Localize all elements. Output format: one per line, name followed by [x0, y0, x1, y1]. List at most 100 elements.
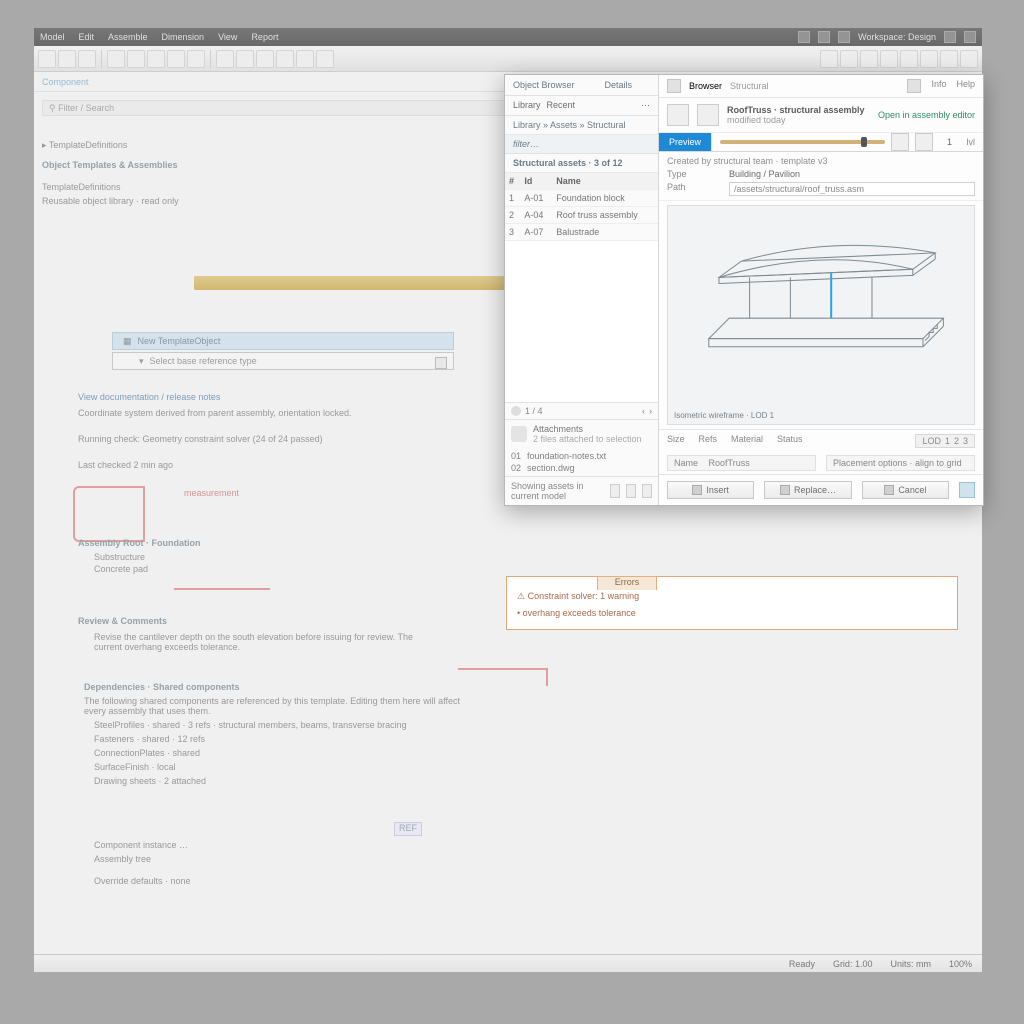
right-info-link[interactable]: Info — [931, 79, 946, 93]
dep-4[interactable]: SurfaceFinish · local — [94, 762, 176, 772]
highlight-wire — [174, 580, 270, 590]
selected-template-row[interactable]: ▦ New TemplateObject — [112, 332, 454, 350]
ribbon-component[interactable]: Component — [42, 77, 89, 87]
cancel-button[interactable]: Cancel — [862, 481, 949, 499]
tool-paste-icon[interactable] — [187, 50, 205, 68]
attach-id: 02 — [511, 463, 521, 473]
dialog-tab-details[interactable]: Details — [605, 80, 633, 90]
seg-2[interactable]: 2 — [954, 436, 959, 446]
left-pager: 1 / 4 ‹ › — [505, 402, 658, 419]
cell-v: Placement options · align to grid — [833, 458, 962, 468]
menu-edit[interactable]: Edit — [79, 32, 95, 42]
tool-open-icon[interactable] — [58, 50, 76, 68]
table-row[interactable]: 1 A-01 Foundation block — [505, 190, 658, 207]
left-tab-library[interactable]: Library — [513, 100, 541, 111]
left-tab-recent[interactable]: Recent — [547, 100, 576, 111]
settings-icon[interactable] — [818, 31, 830, 43]
dep-5[interactable]: Drawing sheets · 2 attached — [94, 776, 206, 786]
attachment-row[interactable]: 01 foundation-notes.txt — [511, 450, 652, 462]
filter-placeholder: Filter / Search — [58, 103, 114, 113]
tool-new-icon[interactable] — [38, 50, 56, 68]
maximize-icon[interactable] — [964, 31, 976, 43]
dep-2[interactable]: Fasteners · shared · 12 refs — [94, 734, 205, 744]
menu-dimension[interactable]: Dimension — [162, 32, 205, 42]
tool-layers-icon[interactable] — [860, 50, 878, 68]
template-type-input[interactable]: ▾ Select base reference type — [112, 352, 454, 370]
tool-render-icon[interactable] — [900, 50, 918, 68]
seg-3[interactable]: 3 — [963, 436, 968, 446]
meta-path-input[interactable] — [729, 182, 975, 196]
tool-undo-icon[interactable] — [107, 50, 125, 68]
dep-1[interactable]: SteelProfiles · shared · 3 refs · struct… — [94, 720, 407, 730]
tool-grid-icon[interactable] — [820, 50, 838, 68]
lod-slider[interactable] — [720, 140, 884, 144]
highlight-arrow — [458, 668, 548, 686]
menu-assemble[interactable]: Assemble — [108, 32, 148, 42]
menu-report[interactable]: Report — [251, 32, 278, 42]
attachment-row[interactable]: 02 section.dwg — [511, 462, 652, 474]
tool-cut-icon[interactable] — [147, 50, 165, 68]
tool-redo-icon[interactable] — [127, 50, 145, 68]
tool-copy-icon[interactable] — [167, 50, 185, 68]
help-icon[interactable] — [838, 31, 850, 43]
lod-segment[interactable]: LOD 1 2 3 — [915, 434, 975, 448]
tool-select-icon[interactable] — [216, 50, 234, 68]
menu-model[interactable]: Model — [40, 32, 65, 42]
tool-measure-icon[interactable] — [296, 50, 314, 68]
tool-scale-icon[interactable] — [276, 50, 294, 68]
tool-save-icon[interactable] — [78, 50, 96, 68]
tool-view3d-icon[interactable] — [880, 50, 898, 68]
placement-options[interactable]: Placement options · align to grid — [826, 455, 975, 471]
preview-3d[interactable]: Isometric wireframe · LOD 1 — [667, 205, 975, 425]
bot-3[interactable]: Override defaults · none — [94, 876, 191, 886]
col-id[interactable]: Id — [520, 173, 552, 190]
status-zoom[interactable]: 100% — [949, 959, 972, 969]
dep-3[interactable]: ConnectionPlates · shared — [94, 748, 200, 758]
table-row[interactable]: 3 A-07 Balustrade — [505, 224, 658, 241]
pager-next-icon[interactable]: › — [649, 406, 652, 416]
open-in-editor-link[interactable]: Open in assembly editor — [878, 110, 975, 120]
left-foot-btn-3[interactable] — [642, 484, 652, 498]
left-breadcrumb[interactable]: Library » Assets » Structural — [505, 116, 658, 135]
pager-prev-icon[interactable]: ‹ — [642, 406, 645, 416]
tool-print-icon[interactable] — [940, 50, 958, 68]
insert-button[interactable]: Insert — [667, 481, 754, 499]
doc-groupA-1[interactable]: Substructure — [94, 552, 145, 562]
browser-icon — [667, 79, 681, 93]
tool-rotate-icon[interactable] — [256, 50, 274, 68]
col-name[interactable]: Name — [552, 173, 658, 190]
col-num[interactable]: # — [505, 173, 520, 190]
doc-docs-link[interactable]: View documentation / release notes — [78, 392, 220, 402]
tool-section-icon[interactable] — [316, 50, 334, 68]
selected-template-title: New TemplateObject — [138, 336, 221, 346]
user-icon[interactable] — [798, 31, 810, 43]
console-panel: Errors ⚠ Constraint solver: 1 warning • … — [506, 576, 958, 630]
panel-settings-icon[interactable] — [907, 79, 921, 93]
tab-preview[interactable]: Preview — [659, 133, 712, 151]
slider-inc-icon[interactable] — [915, 133, 933, 151]
seg-1[interactable]: 1 — [945, 436, 950, 446]
bot-2[interactable]: Assembly tree — [94, 854, 151, 864]
cell-v: RoofTruss — [709, 458, 750, 468]
bot-1[interactable]: Component instance … — [94, 840, 188, 850]
right-help-link[interactable]: Help — [956, 79, 975, 93]
tool-snap-icon[interactable] — [840, 50, 858, 68]
console-tab-errors[interactable]: Errors — [597, 576, 657, 590]
left-tab-menu-icon[interactable]: ⋯ — [641, 100, 650, 111]
table-row[interactable]: 2 A-04 Roof truss assembly — [505, 207, 658, 224]
left-foot-btn-1[interactable] — [610, 484, 620, 498]
minimize-icon[interactable] — [944, 31, 956, 43]
menu-view[interactable]: View — [218, 32, 237, 42]
resize-handle-icon[interactable] — [959, 482, 975, 498]
object-thumb-alt — [697, 104, 719, 126]
tool-move-icon[interactable] — [236, 50, 254, 68]
doc-groupA-2[interactable]: Concrete pad — [94, 564, 148, 574]
right-crumb: Structural — [730, 81, 769, 91]
doc-subheading-a: TemplateDefinitions — [42, 182, 121, 192]
tool-export-icon[interactable] — [920, 50, 938, 68]
tool-more-icon[interactable] — [960, 50, 978, 68]
slider-dec-icon[interactable] — [891, 133, 909, 151]
replace-button[interactable]: Replace… — [764, 481, 851, 499]
left-foot-btn-2[interactable] — [626, 484, 636, 498]
left-filter-input[interactable]: filter… — [505, 135, 658, 154]
